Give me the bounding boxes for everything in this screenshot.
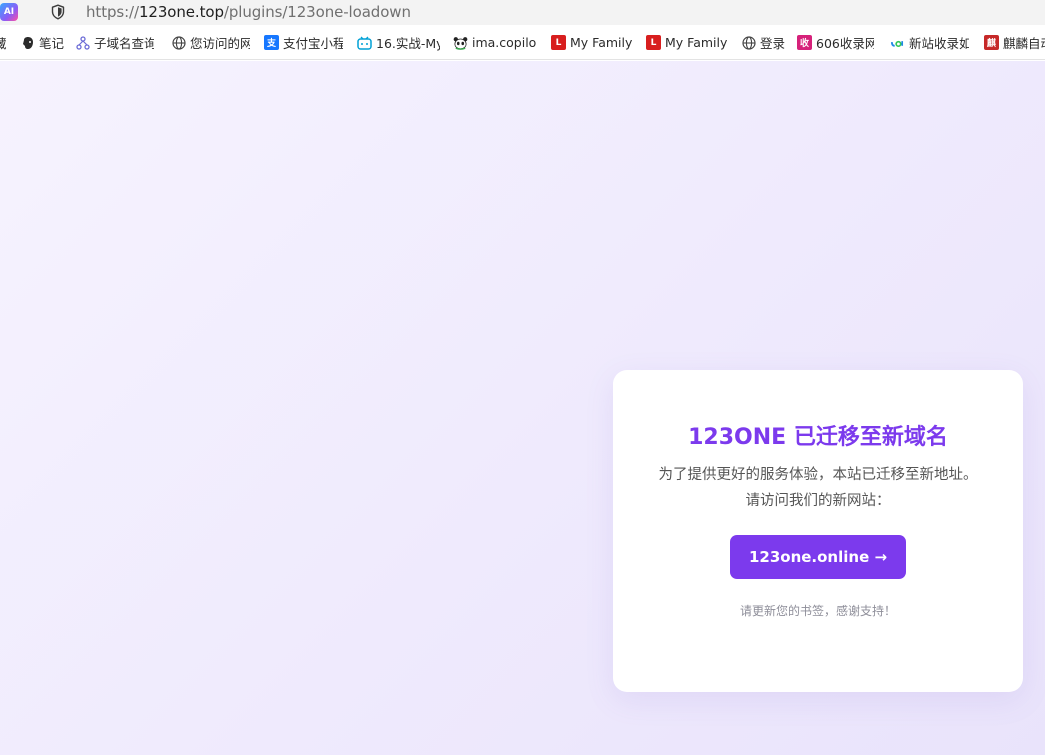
migration-notice-card: 123ONE 已迁移至新域名 为了提供更好的服务体验，本站已迁移至新地址。 请访… <box>613 370 1023 692</box>
url-field[interactable]: https://123one.top/plugins/123one-loadow… <box>86 3 411 21</box>
bookmark-label: 16.实战-My <box>376 36 440 51</box>
bookmark-item[interactable]: 收 606收录网 <box>797 25 874 59</box>
bookmark-item[interactable]: 16.实战-My <box>357 25 440 59</box>
bookmarks-bar: 藏 笔记 子域名查询 您访问的网 支 支付宝小程 16.实战-My ima.co… <box>0 25 1045 60</box>
alipay-icon: 支 <box>264 35 279 50</box>
bilibili-icon <box>357 35 372 50</box>
bookmark-label: 新站收录如 <box>909 36 969 51</box>
bookmark-item[interactable]: 登录 <box>741 25 786 59</box>
bookmark-item[interactable]: 子域名查询 <box>75 25 154 59</box>
notice-title: 123ONE 已迁移至新域名 <box>688 425 948 450</box>
bookmark-label: 登录 <box>760 36 786 51</box>
bookmark-item[interactable]: 麒 麒麟自动 <box>984 25 1045 59</box>
shou-icon: 收 <box>797 35 812 50</box>
page-content: 123ONE 已迁移至新域名 为了提供更好的服务体验，本站已迁移至新地址。 请访… <box>0 61 1045 755</box>
url-path: /plugins/123one-loadown <box>223 3 411 21</box>
bookmark-label: 您访问的网 <box>190 36 250 51</box>
bookmark-item[interactable]: L My Family <box>646 25 728 59</box>
bookmark-item[interactable]: 笔记 <box>20 25 65 59</box>
bookmark-item[interactable]: L My Family <box>551 25 633 59</box>
notice-instruction: 请访问我们的新网站： <box>745 493 891 509</box>
bookmark-label: 子域名查询 <box>94 36 154 51</box>
l-logo-icon: L <box>551 35 566 50</box>
xin-icon <box>890 35 905 50</box>
notice-message: 为了提供更好的服务体验，本站已迁移至新地址。 <box>658 467 978 483</box>
globe-icon <box>171 35 186 50</box>
subdomain-icon <box>75 35 90 50</box>
bookmark-label: 笔记 <box>39 36 65 51</box>
globe-icon <box>741 35 756 50</box>
site-security-shield-icon[interactable] <box>50 4 66 20</box>
url-scheme: https:// <box>86 3 139 21</box>
bookmark-label: 麒麟自动 <box>1003 36 1045 51</box>
bookmark-label: 606收录网 <box>816 36 874 51</box>
bookmark-label: My Family <box>570 35 633 50</box>
bookmark-label: ima.copilot <box>472 35 536 50</box>
bookmark-item[interactable]: 支 支付宝小程 <box>264 25 343 59</box>
bookmark-label: 支付宝小程 <box>283 36 343 51</box>
bookmark-item[interactable]: 新站收录如 <box>890 25 969 59</box>
l-logo-icon: L <box>646 35 661 50</box>
bookmark-item[interactable]: 您访问的网 <box>171 25 250 59</box>
url-host: 123one.top <box>138 3 224 21</box>
bookmark-item[interactable]: ima.copilot <box>453 25 536 59</box>
address-bar: AI https://123one.top/plugins/123one-loa… <box>0 0 1045 25</box>
bookmark-label: My Family <box>665 35 728 50</box>
visit-new-site-button[interactable]: 123one.online → <box>730 535 906 579</box>
bookmark-update-note: 请更新您的书签，感谢支持！ <box>739 604 896 618</box>
bookmark-item[interactable]: 藏 <box>0 25 6 59</box>
qilin-icon: 麒 <box>984 35 999 50</box>
ai-assistant-icon[interactable]: AI <box>0 3 18 21</box>
panda-icon <box>453 35 468 50</box>
bookmark-label: 藏 <box>0 33 6 52</box>
evernote-icon <box>20 35 35 50</box>
